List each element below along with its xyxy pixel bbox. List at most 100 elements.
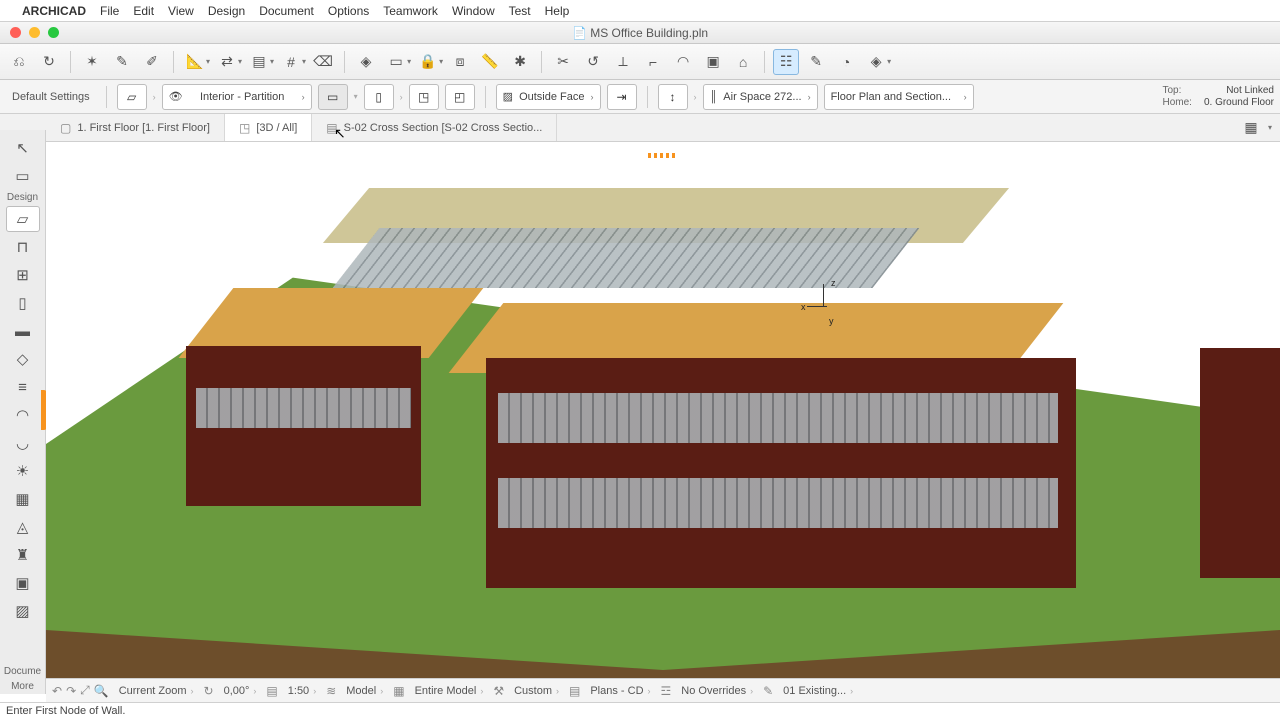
center-icon[interactable]: ✱ [507, 49, 533, 75]
ref-plane-value: Outside Face [519, 91, 584, 103]
back-icon[interactable]: ↶ [52, 684, 62, 698]
adjust-icon[interactable]: ↺ [580, 49, 606, 75]
layerset-dropdown[interactable]: Plans - CD› [584, 682, 656, 700]
toolbox-more-label[interactable]: More [11, 681, 34, 692]
zoom-dropdown[interactable]: Current Zoom› [113, 682, 200, 700]
toolbox: ↖ ▭ Design ▱ ⊓ ⊞ ▯ ▬ ◇ ≡ ◠ ◡ ☀ ▦ ◬ ♜ ▣ ▨… [0, 130, 46, 694]
home-icon[interactable]: ⌂ [730, 49, 756, 75]
geometry-chain-icon[interactable]: ▯ [364, 84, 394, 110]
marquee-tool[interactable]: ▭ [6, 163, 40, 189]
partial-display-icon[interactable]: ☷ [773, 49, 799, 75]
pick-button[interactable]: ✶ [79, 49, 105, 75]
zoom-icon[interactable]: 🔍 [94, 684, 109, 698]
zone-tool[interactable]: ▣ [6, 570, 40, 596]
pvis-dropdown[interactable]: Entire Model› [409, 682, 490, 700]
window-minimize[interactable] [29, 27, 40, 38]
skylight-tool[interactable]: ☀ [6, 458, 40, 484]
override-dropdown[interactable]: No Overrides› [675, 682, 759, 700]
trim-icon[interactable]: ✂ [550, 49, 576, 75]
toolbox-design-label: Design [7, 192, 38, 203]
wall-tool[interactable]: ▱ [6, 206, 40, 232]
menu-document[interactable]: Document [259, 4, 314, 18]
menu-test[interactable]: Test [509, 4, 531, 18]
menu-help[interactable]: Help [545, 4, 570, 18]
flip-icon[interactable]: ⇥ [607, 84, 637, 110]
roof-tool[interactable]: ◠ [6, 402, 40, 428]
scale-dropdown[interactable]: 1:50› [282, 682, 322, 700]
reno-icon: ⚒ [493, 684, 504, 698]
slab-tool[interactable]: ◇ [6, 346, 40, 372]
floorplan-display-dropdown[interactable]: Floor Plan and Section... › [824, 84, 974, 110]
shell-tool[interactable]: ◡ [6, 430, 40, 456]
geometry-straight-icon[interactable]: ▭ [318, 84, 348, 110]
stair-tool[interactable]: ≡ [6, 374, 40, 400]
window-zoom[interactable] [48, 27, 59, 38]
corner-icon[interactable]: ⌐ [640, 49, 666, 75]
attach-icon[interactable]: ▣ [700, 49, 726, 75]
eraser-icon[interactable]: ⌫ [310, 49, 336, 75]
align-icon[interactable]: ⇄ [214, 49, 240, 75]
lock-icon[interactable]: 🔒 [415, 49, 441, 75]
layers-icon[interactable]: ▭ [383, 49, 409, 75]
tag-icon[interactable]: ◈ [353, 49, 379, 75]
menu-file[interactable]: File [100, 4, 119, 18]
redo-button[interactable]: ↻ [36, 49, 62, 75]
trace-icon[interactable]: ✎ [803, 49, 829, 75]
beam-tool[interactable]: ▬ [6, 318, 40, 344]
door-tool[interactable]: ⊓ [6, 234, 40, 260]
structure-dropdown[interactable]: ║ Air Space 272... › [703, 84, 818, 110]
compare-icon[interactable]: ◔ [833, 49, 859, 75]
tab-overview-icon[interactable]: ▦ [1238, 115, 1264, 141]
window-tool[interactable]: ⊞ [6, 262, 40, 288]
menu-design[interactable]: Design [208, 4, 245, 18]
window-close[interactable] [10, 27, 21, 38]
section-icon: ▤ [326, 121, 337, 135]
app-name[interactable]: ARCHICAD [22, 4, 86, 18]
3d-viewport[interactable]: z x y [46, 158, 1280, 678]
menu-options[interactable]: Options [328, 4, 369, 18]
wall-icon[interactable]: ▱ [117, 84, 147, 110]
view-tabs: ▢ 1. First Floor [1. First Floor] ◳ [3D … [0, 114, 1280, 142]
measure-icon[interactable]: 📐 [182, 49, 208, 75]
undo-button[interactable]: ⎌ [6, 49, 32, 75]
ruler-icon[interactable]: 📏 [477, 49, 503, 75]
fillet-icon[interactable]: ◠ [670, 49, 696, 75]
menu-edit[interactable]: Edit [133, 4, 154, 18]
tab-floorplan[interactable]: ▢ 1. First Floor [1. First Floor] [46, 114, 225, 141]
inject-button[interactable]: ✎ [109, 49, 135, 75]
default-settings-label[interactable]: Default Settings [6, 91, 96, 103]
fit-icon[interactable]: ⤢ [80, 683, 90, 698]
tab-section[interactable]: ▤ S-02 Cross Section [S-02 Cross Sectio.… [312, 114, 557, 141]
object-tool[interactable]: ♜ [6, 542, 40, 568]
arrow-tool[interactable]: ↖ [6, 135, 40, 161]
reno-dropdown[interactable]: Custom› [508, 682, 565, 700]
perp-icon[interactable]: ⟂ [610, 49, 636, 75]
mvo-dropdown[interactable]: Model› [340, 682, 389, 700]
mesh-tool[interactable]: ▨ [6, 598, 40, 624]
calc-icon[interactable]: ▤ [246, 49, 272, 75]
menu-window[interactable]: Window [452, 4, 495, 18]
geometry-3d-icon[interactable]: ◳ [409, 84, 439, 110]
grid-icon[interactable]: # [278, 49, 304, 75]
forward-icon[interactable]: ↷ [66, 684, 76, 698]
angle-dropdown[interactable]: 0,00°› [218, 682, 263, 700]
syringe-button[interactable]: ✐ [139, 49, 165, 75]
3d-icon[interactable]: ◈ [863, 49, 889, 75]
column-tool[interactable]: ▯ [6, 290, 40, 316]
geometry-box-icon[interactable]: ◰ [445, 84, 475, 110]
toolbox-document-label[interactable]: Docume [4, 666, 41, 677]
tab-floorplan-label: 1. First Floor [1. First Floor] [77, 122, 210, 134]
morph-tool[interactable]: ◬ [6, 514, 40, 540]
tab-3d[interactable]: ◳ [3D / All] [225, 114, 312, 141]
rotate-icon[interactable]: ↻ [204, 684, 214, 698]
menu-teamwork[interactable]: Teamwork [383, 4, 438, 18]
ref-plane-dropdown[interactable]: ▨ Outside Face › [496, 84, 601, 110]
menu-view[interactable]: View [168, 4, 194, 18]
hatch-icon: ▨ [503, 90, 513, 103]
dim-dropdown[interactable]: 01 Existing...› [777, 682, 859, 700]
snap-icon[interactable]: ⧈ [447, 49, 473, 75]
curtain-tool[interactable]: ▦ [6, 486, 40, 512]
height-icon[interactable]: ↕ [658, 84, 688, 110]
layer-dropdown[interactable]: 👁 Interior - Partition › [162, 84, 312, 110]
composite-icon: ║ [710, 91, 718, 103]
